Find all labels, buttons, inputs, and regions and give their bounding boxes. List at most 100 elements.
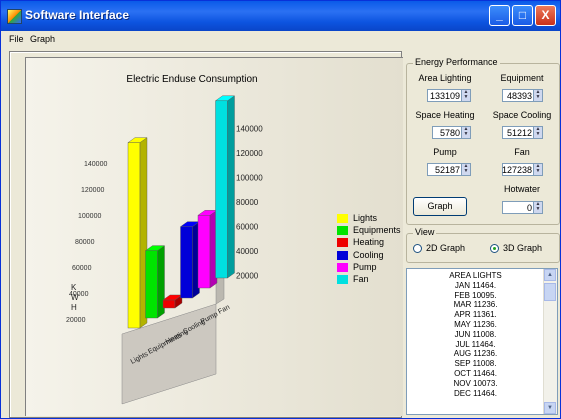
space-cooling-spinner[interactable]: 51212 ▲ ▼: [502, 126, 543, 139]
legend-label: Heating: [353, 237, 385, 248]
scroll-thumb[interactable]: [544, 283, 556, 301]
menu-graph[interactable]: Graph: [30, 34, 55, 44]
fan-label: Fan: [514, 147, 530, 157]
app-window: Software Interface _ □ X File Graph Elec…: [0, 0, 561, 419]
spinner-arrows-icon[interactable]: ▲ ▼: [461, 164, 470, 175]
list-item[interactable]: FEB 10095.: [407, 291, 544, 301]
fan-value: 127238: [501, 165, 532, 175]
list-item[interactable]: NOV 10073.: [407, 379, 544, 389]
y-tick-label: 100000: [236, 174, 263, 183]
list-item[interactable]: JAN 11464.: [407, 281, 544, 291]
app-icon: [7, 9, 22, 24]
monthly-list[interactable]: AREA LIGHTS JAN 11464. FEB 10095. MAR 11236…: [406, 268, 558, 415]
spinner-arrows-icon[interactable]: ▲ ▼: [533, 164, 542, 175]
bar-front: [215, 100, 228, 279]
y-axis-letter: W: [71, 293, 79, 302]
scroll-up-icon[interactable]: ▲: [544, 269, 556, 281]
hotwater-value: 0: [526, 203, 532, 213]
spinner-arrows-icon[interactable]: ▲ ▼: [533, 90, 542, 101]
bar: [179, 221, 201, 299]
list-items: AREA LIGHTS JAN 11464. FEB 10095. MAR 11236…: [407, 271, 544, 398]
bar: [214, 95, 236, 279]
view-group-title: View: [413, 227, 437, 237]
y-tick-label-left: 80000: [75, 239, 95, 246]
list-item[interactable]: MAY 11236.: [407, 320, 544, 330]
hotwater-label: Hotwater: [503, 184, 540, 194]
list-item[interactable]: APR 11361.: [407, 310, 544, 320]
list-item[interactable]: AUG 11236.: [407, 349, 544, 359]
list-scrollbar[interactable]: ▲ ▼: [543, 269, 557, 414]
pump-spinner[interactable]: 52187 ▲ ▼: [427, 163, 471, 176]
bar: [127, 137, 148, 329]
legend-label: Lights: [353, 213, 378, 223]
radio-3d-label[interactable]: 3D Graph: [503, 243, 542, 253]
bar-front: [197, 215, 211, 289]
bar-front: [145, 250, 158, 319]
graph-button[interactable]: Graph: [413, 197, 467, 216]
radio-3d-graph[interactable]: [490, 244, 499, 253]
y-tick-label: 40000: [236, 247, 259, 256]
title-bar[interactable]: Software Interface _ □ X: [1, 1, 560, 31]
pump-label: Pump: [433, 147, 457, 157]
radio-2d-label[interactable]: 2D Graph: [426, 243, 465, 253]
fan-spinner[interactable]: 127238 ▲ ▼: [502, 163, 543, 176]
y-tick-label-left: 20000: [66, 317, 86, 324]
legend-swatch: [337, 214, 348, 223]
space-heating-value: 5780: [439, 128, 460, 138]
y-tick-label: 60000: [236, 223, 259, 232]
minimize-button[interactable]: _: [489, 5, 510, 26]
category-label: Fan: [217, 304, 231, 316]
bar-front: [127, 142, 141, 329]
view-group: View 2D Graph 3D Graph: [406, 227, 560, 263]
equipment-label: Equipment: [500, 73, 544, 83]
list-item[interactable]: AREA LIGHTS: [407, 271, 544, 281]
hotwater-spinner[interactable]: 0 ▲ ▼: [502, 201, 543, 214]
bar: [162, 294, 183, 309]
energy-group-title: Energy Performance: [413, 57, 500, 67]
chart-svg: Electric Enduse Consumption LightsEquipm…: [66, 74, 263, 405]
spinner-arrows-icon[interactable]: ▲ ▼: [461, 90, 470, 101]
y-tick-label: 120000: [236, 149, 263, 158]
close-button[interactable]: X: [535, 5, 556, 26]
y-tick-label: 140000: [236, 125, 263, 134]
spinner-arrows-icon[interactable]: ▲ ▼: [533, 202, 542, 213]
bar: [197, 209, 218, 289]
list-item[interactable]: JUL 11464.: [407, 340, 544, 350]
scroll-down-icon[interactable]: ▼: [544, 402, 556, 414]
equipment-spinner[interactable]: 48393 ▲ ▼: [502, 89, 543, 102]
legend-swatch: [337, 238, 348, 248]
legend-label: Cooling: [353, 249, 384, 260]
legend-label: Pump: [353, 261, 377, 272]
y-tick-label-left: 140000: [84, 161, 107, 168]
chart-area: Electric Enduse Consumption Lights Equipm…: [25, 57, 403, 416]
chart-panel: Electric Enduse Consumption Lights Equipm…: [9, 51, 403, 418]
area-lighting-spinner[interactable]: 133109 ▲ ▼: [427, 89, 471, 102]
legend-swatch: [337, 226, 348, 236]
equipment-value: 48393: [506, 91, 532, 101]
window-title: Software Interface: [25, 8, 130, 22]
legend-swatch: [337, 262, 348, 272]
bar-front: [162, 299, 176, 309]
legend-label: Fan: [353, 274, 369, 284]
radio-2d-graph[interactable]: [413, 244, 422, 253]
menu-file[interactable]: File: [9, 34, 24, 44]
pump-value: 52187: [434, 165, 460, 175]
spinner-arrows-icon[interactable]: ▲ ▼: [461, 127, 470, 138]
area-lighting-value: 133109: [429, 91, 460, 101]
list-item[interactable]: DEC 11464.: [407, 389, 544, 399]
space-cooling-value: 51212: [506, 128, 532, 138]
y-axis-letter: H: [71, 303, 77, 312]
space-heating-spinner[interactable]: 5780 ▲ ▼: [432, 126, 471, 139]
list-item[interactable]: JUN 11008.: [407, 330, 544, 340]
y-tick-label: 20000: [236, 272, 259, 281]
area-lighting-label: Area Lighting: [418, 73, 472, 83]
bar-front: [180, 226, 193, 299]
list-item[interactable]: OCT 11464.: [407, 369, 544, 379]
maximize-button[interactable]: □: [512, 5, 533, 26]
spinner-arrows-icon[interactable]: ▲ ▼: [533, 127, 542, 138]
space-cooling-label: Space Cooling: [492, 110, 552, 120]
list-item[interactable]: SEP 11008.: [407, 359, 544, 369]
list-item[interactable]: MAR 11236.: [407, 300, 544, 310]
legend-swatch: [337, 250, 348, 260]
chart-title: Electric Enduse Consumption: [126, 74, 257, 85]
